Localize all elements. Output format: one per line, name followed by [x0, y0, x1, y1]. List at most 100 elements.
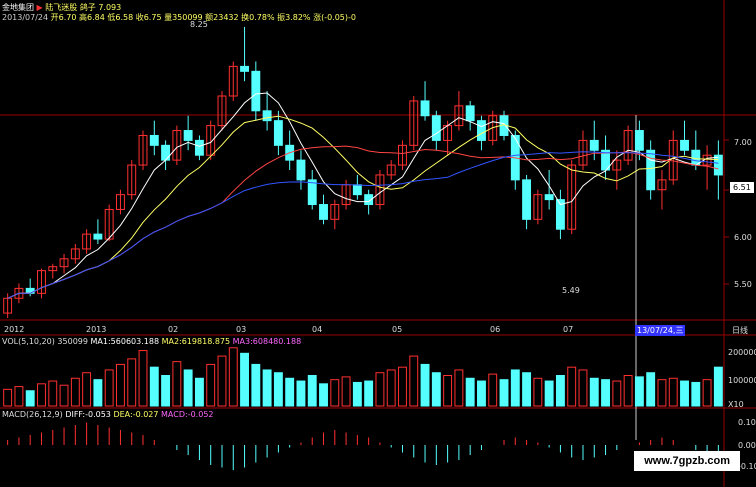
volume-bar: [386, 369, 396, 407]
volume-bar: [25, 390, 35, 407]
volume-bar: [612, 380, 622, 407]
macd-dea: DEA:-0.027: [113, 410, 159, 419]
volume-bar: [657, 379, 667, 407]
volume-bar: [646, 372, 656, 407]
candle-body: [477, 120, 486, 141]
low-annotation: 5.49: [562, 286, 580, 295]
vol-header: VOL(5,10,20) 350099 MA1:560603.188 MA2:6…: [2, 337, 301, 347]
price-tick-55: 5.50: [734, 280, 752, 289]
volume-bar: [70, 377, 80, 407]
macd-diff: DIFF:-0.053: [65, 410, 111, 419]
date-label: 2012: [4, 325, 25, 334]
candle-body: [273, 120, 283, 146]
volume-bar: [330, 379, 340, 407]
candle-body: [183, 130, 193, 141]
header-date: 2013/07/24: [2, 13, 49, 22]
date-label: 02: [168, 325, 179, 334]
date-label: 04: [312, 325, 323, 334]
candle-body: [319, 204, 328, 220]
volume-bar: [510, 369, 520, 407]
candle-body: [544, 194, 554, 201]
candle-body: [240, 65, 249, 72]
volume-bar: [285, 377, 295, 407]
volume-bar: [206, 363, 216, 407]
volume-bar: [713, 366, 723, 407]
volume-bar: [668, 377, 678, 407]
volume-bar: [273, 372, 283, 407]
candle-body: [634, 130, 644, 151]
volume-bar: [375, 372, 385, 407]
volume-bar: [251, 363, 261, 407]
volume-bar: [601, 379, 610, 407]
candles: [3, 26, 723, 318]
vol-value: 350099: [57, 337, 88, 346]
period-label: 日线: [732, 326, 748, 335]
macd-title: MACD(26,12,9): [2, 410, 63, 419]
macd-value: MACD:-0.052: [161, 410, 214, 419]
volume-bar: [14, 386, 24, 407]
macd-tick-pos: 0.10: [738, 418, 756, 427]
volume-bar: [262, 369, 272, 407]
ma-line: [7, 145, 719, 299]
candle-body: [431, 115, 441, 141]
candle-body: [93, 233, 103, 240]
candle-body: [352, 184, 362, 196]
volume-bar: [183, 369, 193, 407]
vol-tick-x10: X10: [728, 400, 744, 409]
date-label: 07: [563, 325, 574, 334]
candle-body: [149, 134, 159, 146]
current-price-tag: 6.51: [730, 182, 754, 193]
volume-bar: [127, 358, 137, 407]
vol-ma2: MA2:619818.875: [161, 337, 231, 346]
candle-body: [680, 139, 689, 151]
volume-bar: [341, 376, 351, 407]
volume-bar: [364, 380, 374, 407]
high-annotation: 8.25: [190, 20, 208, 29]
macd-tick-zero: 0.00: [738, 441, 756, 450]
macd-tick-neg: -0.10: [738, 462, 756, 471]
header-line1: 金地集团 ▶ 陆飞迷股 鸽子 7.093: [2, 3, 122, 12]
candle-body: [161, 144, 171, 161]
volume-bar: [3, 388, 13, 407]
candle-body: [420, 100, 430, 117]
volume-bar: [240, 352, 249, 407]
volume-bar: [82, 372, 92, 407]
volume-bar: [589, 377, 599, 407]
volume-bar: [149, 366, 159, 407]
volume-bar: [398, 366, 407, 407]
volume-bar: [116, 363, 125, 407]
volume-bar: [623, 375, 633, 407]
volume-bar: [454, 369, 464, 407]
candle-body: [522, 179, 532, 220]
moving-averages: [7, 92, 719, 299]
volume-bar: [319, 383, 328, 407]
volume-bar: [217, 355, 227, 407]
volume-bar: [409, 355, 419, 407]
volume-bar: [522, 372, 532, 407]
candle-body: [713, 154, 723, 176]
volume-bar: [37, 383, 46, 407]
volume-bar: [477, 380, 486, 407]
vol-tick-200k: 200000: [728, 348, 756, 357]
date-label: 03: [236, 325, 247, 334]
cursor-date: 13/07/24,三: [635, 325, 686, 336]
volume-bar: [443, 375, 453, 407]
chart-title: 陆飞迷股 鸽子 7.093: [45, 3, 122, 12]
price-tick-6: 6.00: [734, 233, 752, 242]
volume-bar: [680, 380, 689, 407]
volume-bar: [59, 384, 69, 407]
volume-bar: [488, 373, 498, 407]
volume-bar: [544, 380, 554, 407]
ma-line: [7, 151, 719, 299]
price-tick-7: 7.00: [734, 138, 752, 147]
candle-body: [646, 149, 656, 191]
vol-title: VOL(5,10,20): [2, 337, 55, 346]
volume-bar: [567, 366, 577, 407]
volume-bar: [93, 379, 103, 407]
candle-body: [296, 159, 306, 181]
candle-body: [25, 287, 35, 294]
volume-bar: [172, 361, 182, 407]
ma-line: [7, 92, 719, 299]
volume-bars: [3, 347, 723, 407]
vol-tick-100k: 100000: [728, 376, 756, 385]
